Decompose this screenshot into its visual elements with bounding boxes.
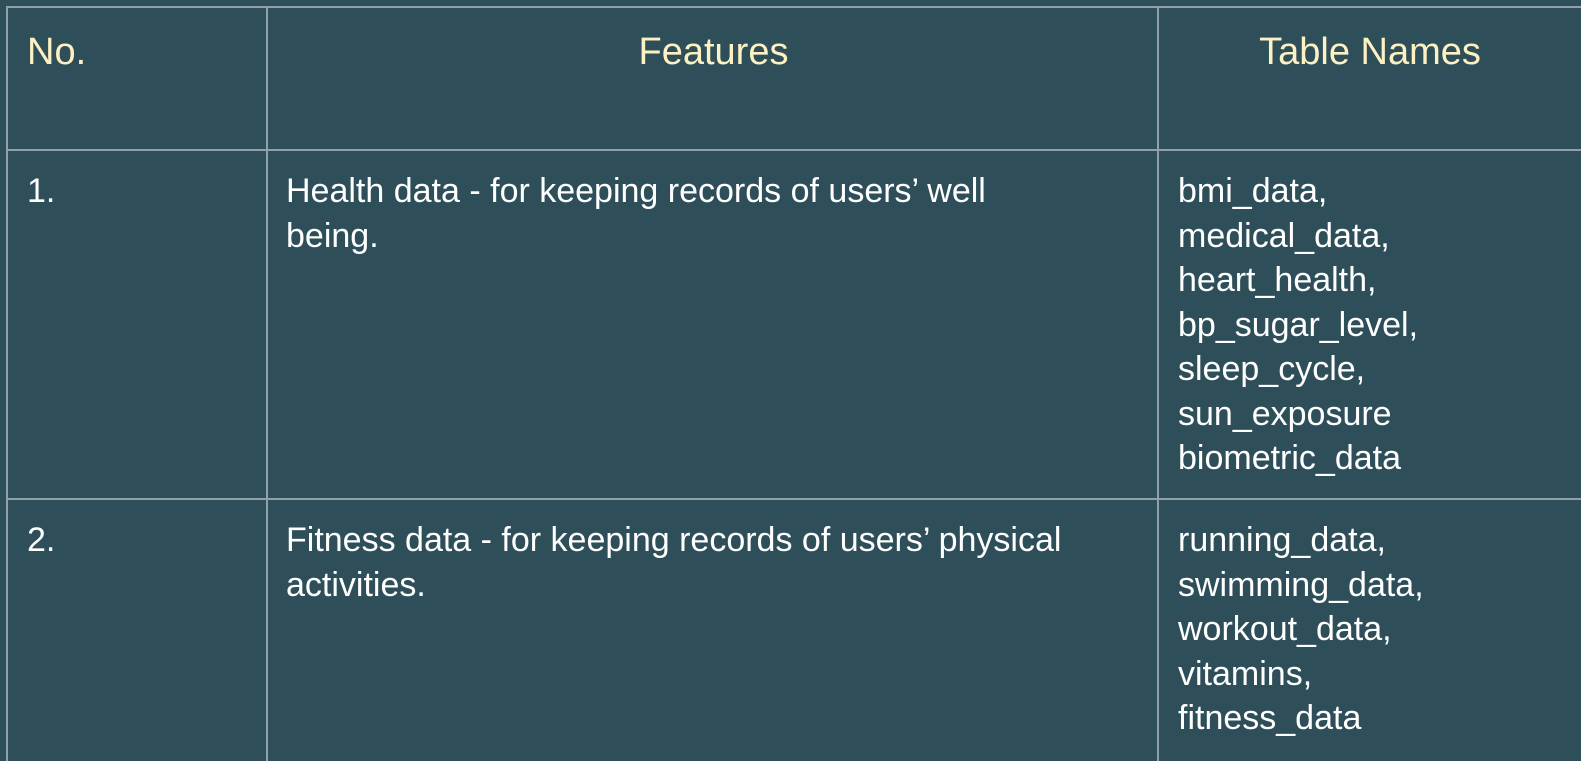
table-name: heart_health, <box>1178 261 1377 299</box>
row-1-table-names: bmi_data, medical_data, heart_health, bp… <box>1178 169 1418 481</box>
table-name: running_data, <box>1178 521 1386 559</box>
row-2-feature-line-2: activities. <box>286 565 426 604</box>
table-name: bp_sugar_level, <box>1178 305 1419 344</box>
row-1-feature-line-1: Health data - for keeping records of use… <box>286 172 986 210</box>
table-name: fitness_data <box>1178 699 1362 737</box>
column-divider-1 <box>266 8 268 761</box>
table-name: workout_data, <box>1178 610 1392 648</box>
row-2-no: 2. <box>27 521 56 559</box>
table-name: sun_exposure <box>1178 394 1392 433</box>
row-1-no: 1. <box>27 172 56 210</box>
table-name: bmi_data, <box>1178 172 1328 210</box>
row-1-feature: Health data - for keeping records of use… <box>286 169 986 258</box>
row-2-feature-line-1: Fitness data - for keeping records of us… <box>286 521 1062 559</box>
header-divider <box>6 149 1581 151</box>
row-1-feature-line-2: being. <box>286 216 379 255</box>
header-no: No. <box>27 31 87 73</box>
table-border-left <box>6 8 8 761</box>
table-name: swimming_data, <box>1178 565 1424 604</box>
table-name: sleep_cycle, <box>1178 350 1366 388</box>
header-features: Features <box>638 31 789 73</box>
row-2-feature: Fitness data - for keeping records of us… <box>286 518 1061 607</box>
table-name: vitamins, <box>1178 654 1313 693</box>
row-2-table-names: running_data, swimming_data, workout_dat… <box>1178 518 1424 741</box>
header-table-names: Table Names <box>1259 31 1481 73</box>
row-divider <box>6 498 1581 500</box>
column-divider-2 <box>1157 8 1159 761</box>
table-name: biometric_data <box>1178 439 1402 477</box>
table-name: medical_data, <box>1178 216 1390 255</box>
